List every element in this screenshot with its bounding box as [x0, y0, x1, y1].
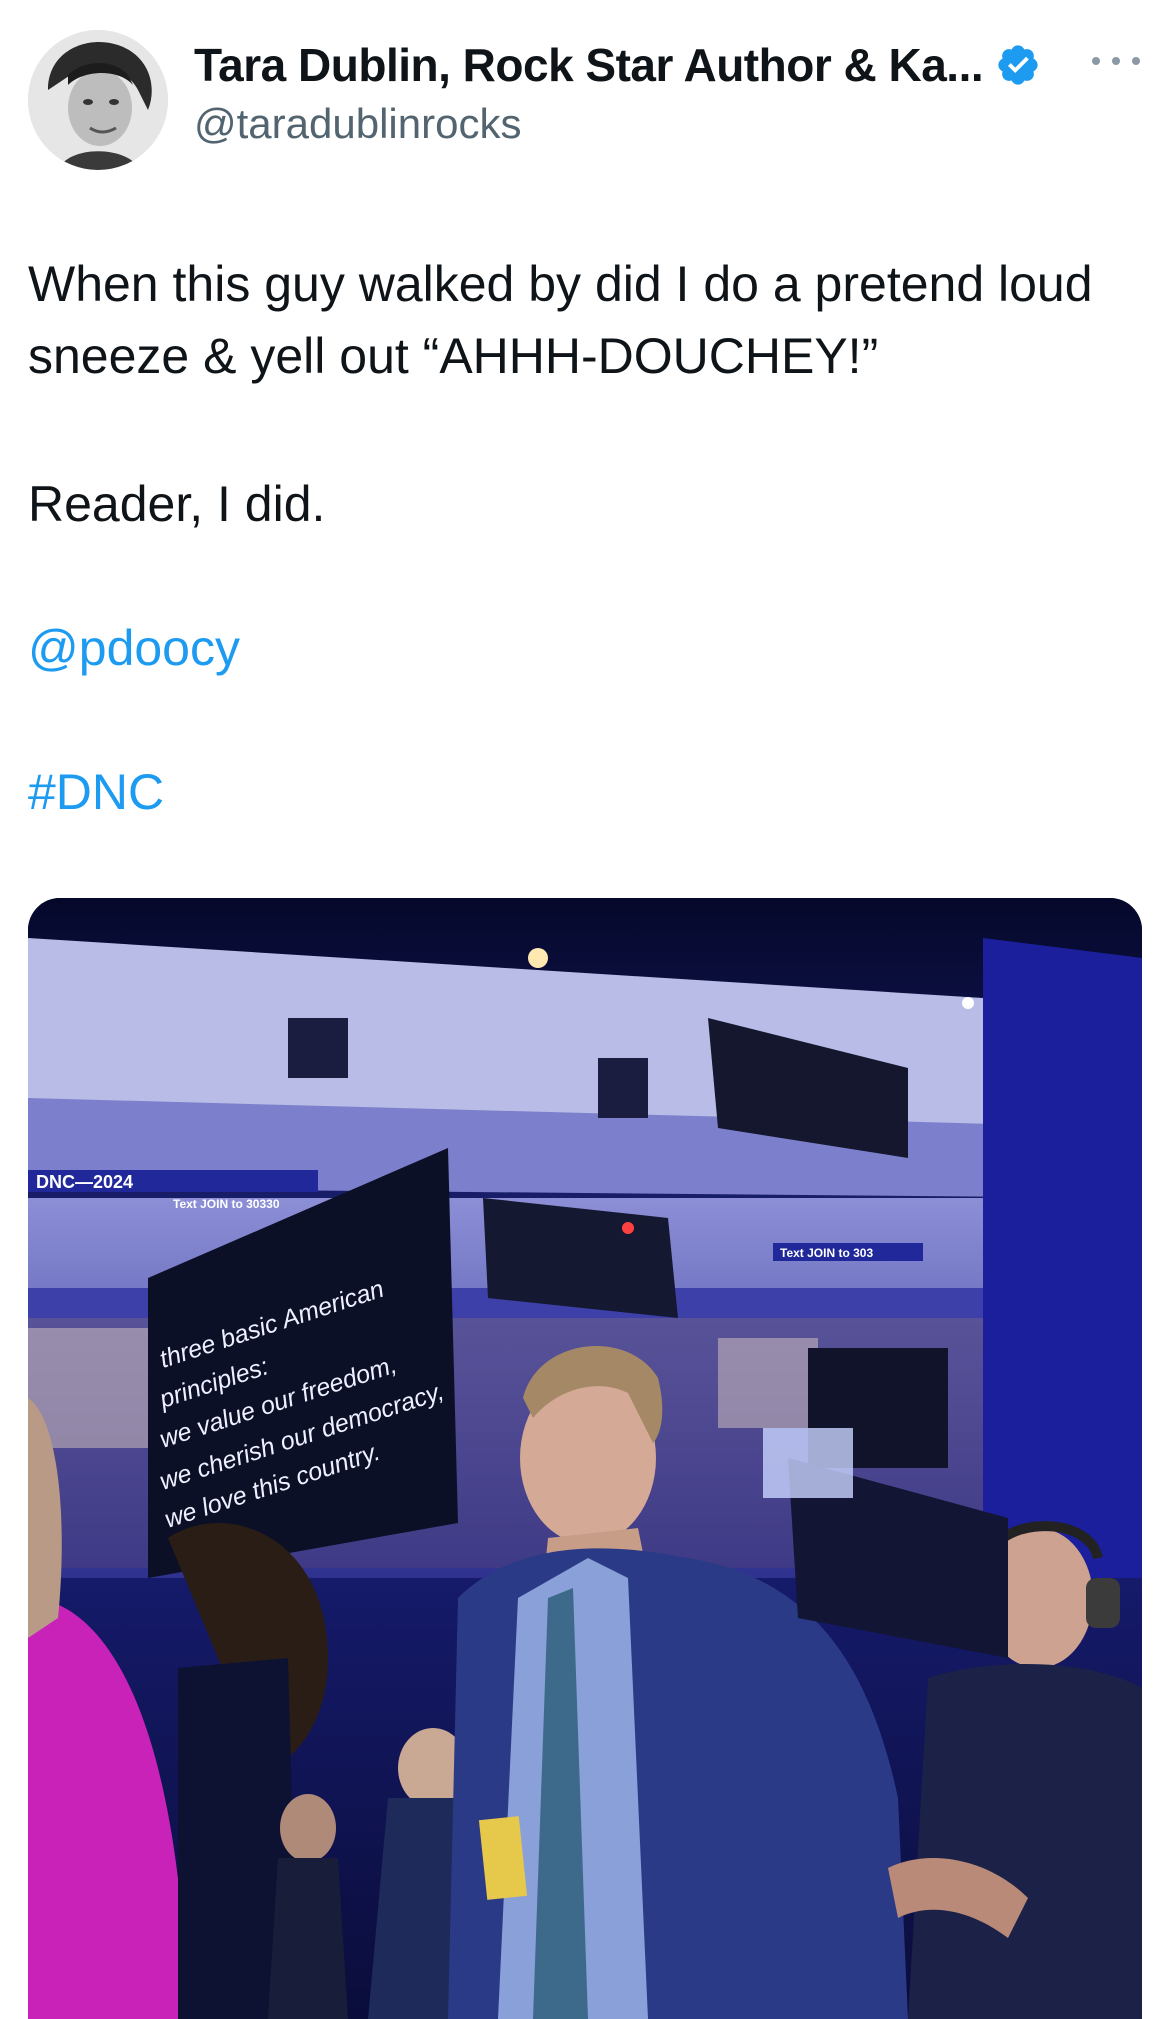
convention-arena-photo: DNC—2024 Text JOIN to 30330 Text JOIN to…: [28, 898, 1142, 2019]
more-dot: [1092, 57, 1100, 65]
author-display-name[interactable]: Tara Dublin, Rock Star Author & Ka...: [194, 38, 984, 92]
author-avatar[interactable]: [28, 30, 168, 170]
screen-text-join: Text JOIN to 30330: [173, 1197, 280, 1211]
author-handle[interactable]: @taradublinrocks: [194, 100, 521, 148]
more-dot: [1132, 57, 1140, 65]
more-horizontal-icon[interactable]: [1092, 46, 1140, 76]
right-banner-text: Text JOIN to 303: [780, 1246, 873, 1260]
more-dot: [1112, 57, 1120, 65]
screen-banner-text: DNC—2024: [36, 1172, 133, 1192]
verified-badge-icon[interactable]: [995, 42, 1041, 88]
tweet-paragraph-2: Reader, I did.: [28, 476, 326, 532]
tweet-card: Tara Dublin, Rock Star Author & Ka... @t…: [0, 0, 1170, 2019]
avatar-photo: [28, 30, 168, 170]
tweet-photo[interactable]: DNC—2024 Text JOIN to 30330 Text JOIN to…: [28, 898, 1142, 2019]
tweet-paragraph-1: When this guy walked by did I do a prete…: [28, 256, 1093, 384]
author-name-row: Tara Dublin, Rock Star Author & Ka...: [194, 38, 1041, 92]
hashtag-link[interactable]: #DNC: [28, 756, 164, 828]
mention-link[interactable]: @pdoocy: [28, 612, 240, 684]
